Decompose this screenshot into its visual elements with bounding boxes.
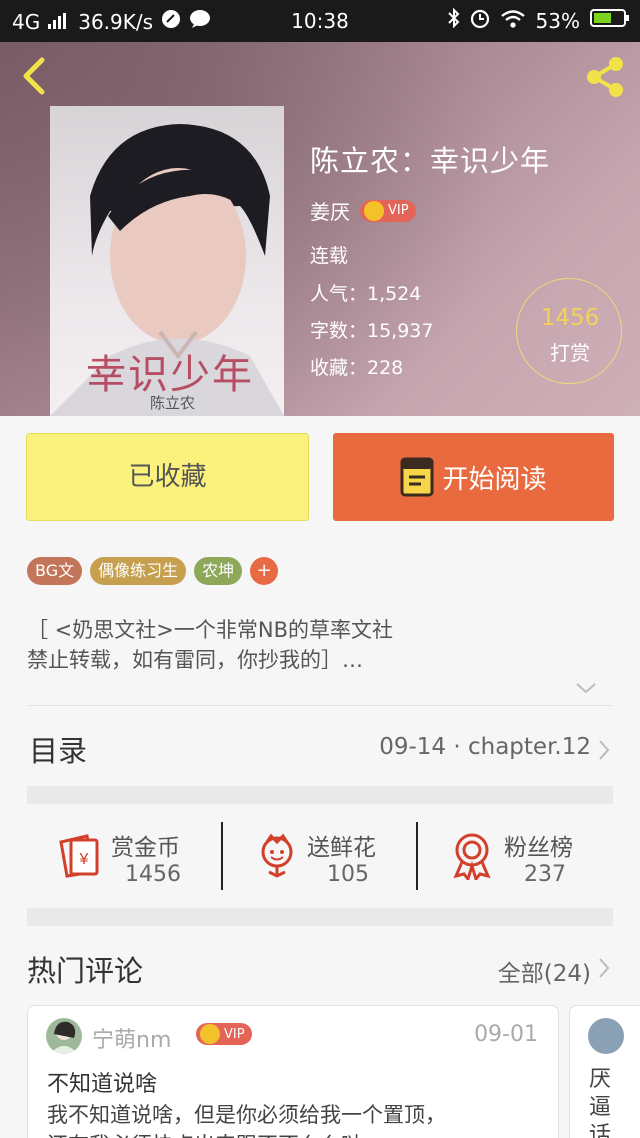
wifi-icon	[500, 9, 526, 33]
back-button[interactable]	[18, 56, 52, 96]
start-reading-label: 开始阅读	[442, 464, 547, 495]
comment-date: 09-01	[474, 1022, 538, 1047]
avatar[interactable]	[588, 1018, 624, 1054]
chevron-down-icon	[576, 683, 596, 694]
word-count: 字数：15,937	[310, 320, 434, 342]
add-tag-button[interactable]: +	[250, 557, 279, 585]
medal-icon	[453, 833, 491, 880]
section-divider	[27, 908, 613, 926]
tag[interactable]: 偶像练习生	[90, 557, 187, 585]
tag-list: BG文 偶像练习生 农坤 +	[27, 557, 279, 585]
section-divider	[27, 786, 613, 804]
stat-label: 粉丝榜	[504, 835, 573, 861]
crown-icon	[364, 200, 384, 221]
battery-icon	[590, 8, 630, 33]
cover-author-art: 陈立农	[150, 394, 196, 412]
flower-icon	[261, 833, 293, 878]
chevron-right-icon	[599, 740, 610, 760]
user-avatar-icon	[50, 1021, 78, 1054]
chevron-left-icon	[23, 57, 45, 95]
chevron-right-icon	[599, 958, 610, 978]
stat-separator	[416, 822, 418, 890]
stat-separator	[221, 822, 223, 890]
book-description[interactable]: ［ <奶思文社>一个非常NB的草率文社 禁止转载，如有雷同，你抄我的］…	[27, 615, 597, 675]
battery-percent: 53%	[535, 8, 580, 33]
reward-button[interactable]: 1456 打赏	[516, 278, 622, 384]
comment-card[interactable]: 厌逼话	[569, 1005, 640, 1138]
vip-badge: VIP	[360, 199, 416, 222]
alarm-icon	[470, 8, 490, 33]
support-stats: ¥ 赏金币 1456 送鲜花 105 粉丝榜 237	[27, 804, 613, 908]
vip-badge: VIP	[196, 1023, 252, 1045]
avatar[interactable]	[46, 1018, 82, 1054]
all-comments-link[interactable]: 全部(24)	[498, 954, 591, 988]
author-name[interactable]: 姜厌	[310, 196, 350, 225]
serial-status: 连载	[310, 245, 349, 267]
description-line: 禁止转载，如有雷同，你抄我的］…	[27, 648, 363, 672]
comment-body: 我不知道说啥，但是你必须给我一个置顶， 还有我必须快点出来跟不不么么哒	[47, 1100, 547, 1138]
svg-text:¥: ¥	[79, 851, 89, 868]
stat-label: 赏金币	[111, 835, 180, 861]
status-bar: 4G 36.9K/s 10:38 53%	[0, 0, 640, 42]
start-reading-button[interactable]: 开始阅读	[333, 433, 614, 521]
comment-username[interactable]: 宁萌nm	[92, 1022, 171, 1054]
reward-count: 1456	[540, 305, 600, 331]
table-of-contents-row[interactable]: 目录 09-14 · chapter.12	[27, 706, 613, 788]
expand-description-button[interactable]	[574, 680, 598, 700]
bluetooth-icon	[447, 7, 460, 33]
toc-label: 目录	[29, 734, 88, 768]
vip-label: VIP	[224, 1026, 245, 1042]
comment-card[interactable]: 宁萌nm VIP 09-01 不知道说啥 我不知道说啥，但是你必须给我一个置顶，…	[27, 1005, 559, 1138]
stat-label: 送鲜花	[307, 835, 376, 861]
collected-button[interactable]: 已收藏	[26, 433, 309, 521]
description-line: ［ <奶思文社>一个非常NB的草率文社	[27, 618, 393, 642]
hot-comments-header: 热门评论 全部(24)	[27, 944, 613, 994]
stat-flowers[interactable]: 送鲜花 105	[225, 804, 417, 908]
comment-title: 不知道说啥	[47, 1072, 158, 1097]
comment-line: 还有我必须快点出来跟不不么么哒	[47, 1130, 547, 1138]
latest-chapter: 09-14 · chapter.12	[379, 734, 591, 760]
stat-fans[interactable]: 粉丝榜 237	[420, 804, 613, 908]
reward-label: 打赏	[550, 341, 590, 365]
vip-label: VIP	[388, 203, 409, 218]
tag[interactable]: BG文	[27, 557, 83, 585]
favorites-count: 收藏：228	[310, 357, 404, 379]
share-button[interactable]	[582, 54, 628, 100]
book-title: 陈立农：幸识少年	[310, 144, 551, 178]
comment-line: 我不知道说啥，但是你必须给我一个置顶，	[47, 1103, 446, 1127]
tag[interactable]: 农坤	[194, 557, 243, 585]
coin-envelope-icon: ¥	[59, 834, 99, 878]
crown-icon	[200, 1024, 220, 1044]
book-detail-screen: 4G 36.9K/s 10:38 53% 幸识少年 陈立农 陈立农：幸识少年 姜…	[0, 0, 640, 1138]
comment-preview: 厌逼话	[589, 1067, 612, 1138]
stat-value: 1456	[125, 862, 181, 887]
popularity: 人气：1,524	[310, 283, 422, 305]
stat-coins[interactable]: ¥ 赏金币 1456	[27, 804, 223, 908]
hot-comments-title: 热门评论	[27, 954, 144, 988]
book-cover[interactable]: 幸识少年 陈立农	[50, 106, 284, 416]
share-icon	[587, 57, 623, 97]
stat-value: 237	[524, 862, 566, 887]
book-icon	[400, 457, 434, 497]
stat-value: 105	[327, 862, 369, 887]
author-row: 姜厌 VIP	[310, 196, 416, 225]
